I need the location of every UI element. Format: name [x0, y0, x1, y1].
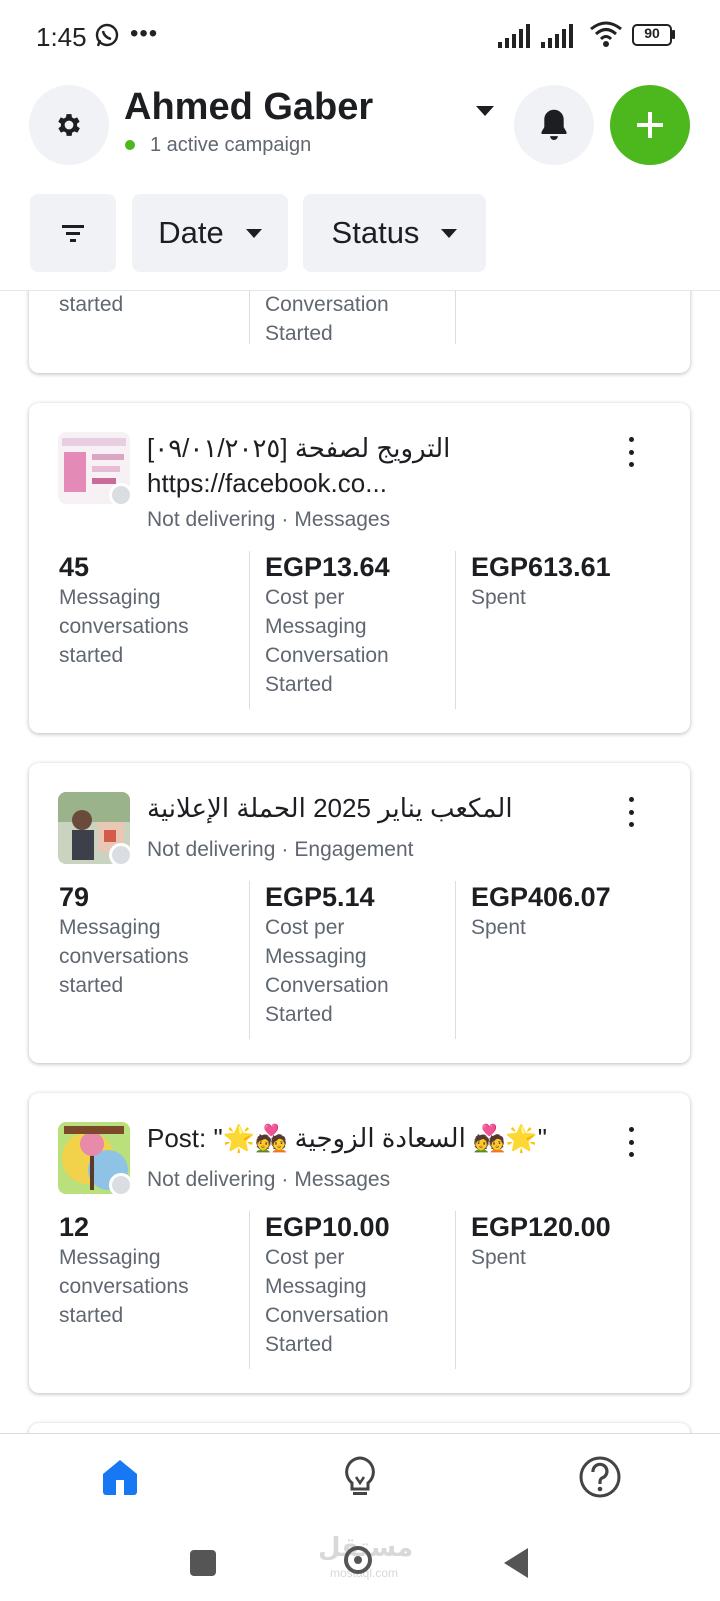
metric-divider [249, 881, 250, 1039]
nav-help[interactable] [575, 1452, 625, 1502]
metric-value: EGP13.64 [265, 552, 390, 582]
metric-label: Spent [471, 586, 526, 609]
metric-cost-partial: Conversation Started [265, 290, 455, 348]
delivery-status: Not delivering [147, 1168, 276, 1191]
delivery-status: Not delivering [147, 508, 276, 531]
account-header: Ahmed Gaber 1 active campaign Date Statu… [0, 72, 720, 291]
bell-icon [541, 109, 567, 140]
metric-spent: EGP613.61 Spent [471, 551, 661, 612]
status-filter-label: Status [331, 215, 420, 250]
help-icon [579, 1456, 621, 1498]
date-filter-dropdown[interactable]: Date [132, 194, 288, 272]
campaign-card[interactable]: [٠٩/٠١/٢٠٢٥] الترويج لصفحة https://faceb… [29, 403, 690, 733]
metric-divider [249, 551, 250, 709]
metric-divider [249, 1211, 250, 1369]
delivery-status-dot [109, 843, 133, 867]
metric-divider [455, 551, 456, 709]
metric-label: Conversation Started [265, 293, 389, 345]
metric-label: Messaging conversations started [59, 1246, 189, 1327]
delivery-status: Not delivering [147, 838, 276, 861]
more-options-icon[interactable] [619, 437, 643, 467]
metric-value: 79 [59, 882, 90, 912]
metric-cost-per-result: EGP5.14 Cost per Messaging Conversation … [265, 881, 455, 1029]
metric-results: 79 Messaging conversations started [59, 881, 249, 1000]
bottom-navigation: مستقل mostaql.com [0, 1433, 720, 1601]
nav-insights[interactable] [335, 1452, 385, 1502]
metric-value: EGP120.00 [471, 1212, 611, 1242]
campaign-card[interactable]: Post: "🌟💑 السعادة الزوجية 💑🌟" Not delive… [29, 1093, 690, 1393]
settings-button[interactable] [29, 85, 109, 165]
metric-label: Cost per Messaging Conversation Started [265, 916, 389, 1026]
account-name[interactable]: Ahmed Gaber [124, 86, 373, 129]
active-campaign-count: 1 active campaign [150, 134, 312, 156]
metric-results: 12 Messaging conversations started [59, 1211, 249, 1330]
metric-label: Cost per Messaging Conversation Started [265, 586, 389, 696]
date-filter-label: Date [158, 215, 224, 250]
campaign-status-line: Not delivering · Messages [147, 508, 391, 531]
active-status-dot [125, 140, 135, 150]
more-options-icon[interactable] [619, 797, 643, 827]
status-filter-dropdown[interactable]: Status [303, 194, 486, 272]
campaign-title: Post: "🌟💑 السعادة الزوجية 💑🌟" [147, 1123, 548, 1153]
account-switcher-caret-icon[interactable] [476, 106, 494, 116]
campaign-card[interactable]: المكعب يناير 2025 الحملة الإعلانية Not d… [29, 763, 690, 1063]
metric-value: EGP10.00 [265, 1212, 390, 1242]
chevron-down-icon [441, 228, 458, 238]
metric-label: started [59, 293, 124, 316]
battery-level: 90 [644, 25, 660, 41]
metric-value: EGP406.07 [471, 882, 611, 912]
wifi-icon [590, 21, 622, 47]
recent-apps-button[interactable] [190, 1550, 216, 1576]
delivery-status-dot [109, 483, 133, 507]
plus-icon [637, 112, 663, 138]
metric-results-partial: started [59, 290, 249, 319]
metric-divider [455, 1211, 456, 1369]
metric-label: Spent [471, 916, 526, 939]
delivery-status-dot [109, 1173, 133, 1197]
filter-icon [62, 225, 84, 242]
metric-results: 45 Messaging conversations started [59, 551, 249, 670]
campaign-objective: Engagement [294, 838, 414, 861]
campaign-title: المكعب يناير 2025 الحملة الإعلانية [147, 793, 513, 823]
nav-home[interactable] [95, 1452, 145, 1502]
campaign-status-line: Not delivering · Messages [147, 1168, 391, 1191]
metric-spent: EGP120.00 Spent [471, 1211, 661, 1272]
metric-cost-per-result: EGP10.00 Cost per Messaging Conversation… [265, 1211, 455, 1359]
filter-button[interactable] [30, 194, 116, 272]
signal-sim2-icon [541, 24, 573, 48]
battery-icon: 90 [632, 24, 676, 46]
metric-value: EGP613.61 [471, 552, 611, 582]
campaign-status-line: Not delivering · Engagement [147, 838, 414, 861]
more-notifications-icon: ••• [130, 20, 159, 47]
more-options-icon[interactable] [619, 1127, 643, 1157]
metric-label: Cost per Messaging Conversation Started [265, 1246, 389, 1356]
campaign-objective: Messages [294, 1168, 391, 1191]
campaign-title-link: https://facebook.co... [147, 468, 387, 498]
create-campaign-button[interactable] [610, 85, 690, 165]
metric-value: EGP5.14 [265, 882, 375, 912]
metric-cost-per-result: EGP13.64 Cost per Messaging Conversation… [265, 551, 455, 699]
metric-label: Messaging conversations started [59, 916, 189, 997]
system-back-button[interactable] [504, 1548, 528, 1578]
chevron-down-icon [245, 228, 262, 238]
system-navigation-bar: مستقل mostaql.com [0, 1526, 720, 1601]
metric-value: 45 [59, 552, 90, 582]
metric-label: Messaging conversations started [59, 586, 189, 667]
campaign-title: [٠٩/٠١/٢٠٢٥] الترويج لصفحة [147, 433, 451, 463]
gear-icon [58, 114, 80, 136]
system-home-button[interactable] [344, 1546, 372, 1574]
whatsapp-notification-icon [95, 23, 119, 47]
metric-label: Spent [471, 1246, 526, 1269]
signal-sim1-icon [498, 24, 530, 48]
home-icon [103, 1460, 137, 1495]
notifications-button[interactable] [514, 85, 594, 165]
clock: 1:45 [36, 22, 87, 52]
metric-divider [455, 881, 456, 1039]
campaign-objective: Messages [294, 508, 391, 531]
lightbulb-icon [345, 1456, 375, 1495]
metric-spent: EGP406.07 Spent [471, 881, 661, 942]
status-bar: 1:45 ••• 90 [0, 0, 720, 72]
metric-value: 12 [59, 1212, 90, 1242]
